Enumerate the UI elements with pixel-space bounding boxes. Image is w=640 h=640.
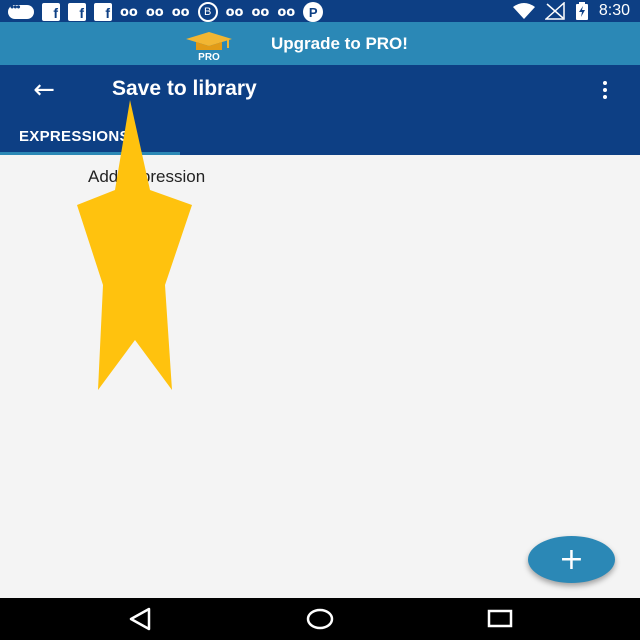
home-circle-icon[interactable] bbox=[300, 606, 340, 632]
page-title: Save to library bbox=[112, 77, 257, 100]
facebook-letter: f bbox=[105, 5, 110, 21]
facebook-icon: f bbox=[68, 3, 86, 21]
tab-label: EXPRESSIONS bbox=[19, 128, 130, 145]
add-expression-item[interactable]: Add expression bbox=[88, 167, 205, 187]
upgrade-banner[interactable]: PRO Upgrade to PRO! bbox=[0, 22, 640, 65]
battery-charging-icon bbox=[575, 2, 588, 20]
system-status-icons: 8:30 bbox=[512, 2, 630, 20]
voicemail-icon: oo bbox=[225, 4, 244, 20]
wifi-icon bbox=[512, 3, 535, 19]
app-bar: ← Save to library EXPRESSIONS bbox=[0, 65, 640, 155]
bbm-icon: B bbox=[197, 2, 218, 22]
back-triangle-icon[interactable] bbox=[120, 606, 160, 632]
voicemail-icon: oo bbox=[145, 4, 164, 20]
facebook-letter: f bbox=[79, 5, 84, 21]
tab-expressions[interactable]: EXPRESSIONS bbox=[0, 121, 180, 155]
pinterest-icon: P bbox=[303, 2, 324, 22]
facebook-icon: f bbox=[94, 3, 112, 21]
status-bar: f f f oo oo oo B oo oo oo P 8:30 bbox=[0, 0, 640, 22]
graduation-cap-icon: PRO bbox=[186, 32, 232, 62]
back-arrow-icon[interactable]: ← bbox=[26, 75, 62, 105]
message-icon bbox=[8, 0, 34, 19]
voicemail-icon: oo bbox=[120, 4, 138, 20]
upgrade-text[interactable]: Upgrade to PRO! bbox=[271, 34, 408, 54]
content-area: Add expression bbox=[0, 155, 640, 598]
recents-square-icon[interactable] bbox=[480, 606, 520, 632]
clock: 8:30 bbox=[598, 2, 630, 19]
facebook-letter: f bbox=[53, 5, 58, 21]
pro-badge-text: PRO bbox=[198, 52, 220, 62]
more-options-icon[interactable] bbox=[596, 77, 614, 103]
notification-icons: f f f oo oo oo B oo oo oo P bbox=[8, 0, 324, 22]
facebook-icon: f bbox=[42, 3, 60, 21]
voicemail-icon: oo bbox=[251, 4, 270, 20]
no-signal-icon bbox=[544, 2, 565, 20]
add-fab-button[interactable]: + bbox=[528, 536, 615, 583]
voicemail-icon: oo bbox=[277, 4, 296, 20]
voicemail-icon: oo bbox=[171, 4, 190, 20]
navigation-bar bbox=[0, 598, 640, 640]
